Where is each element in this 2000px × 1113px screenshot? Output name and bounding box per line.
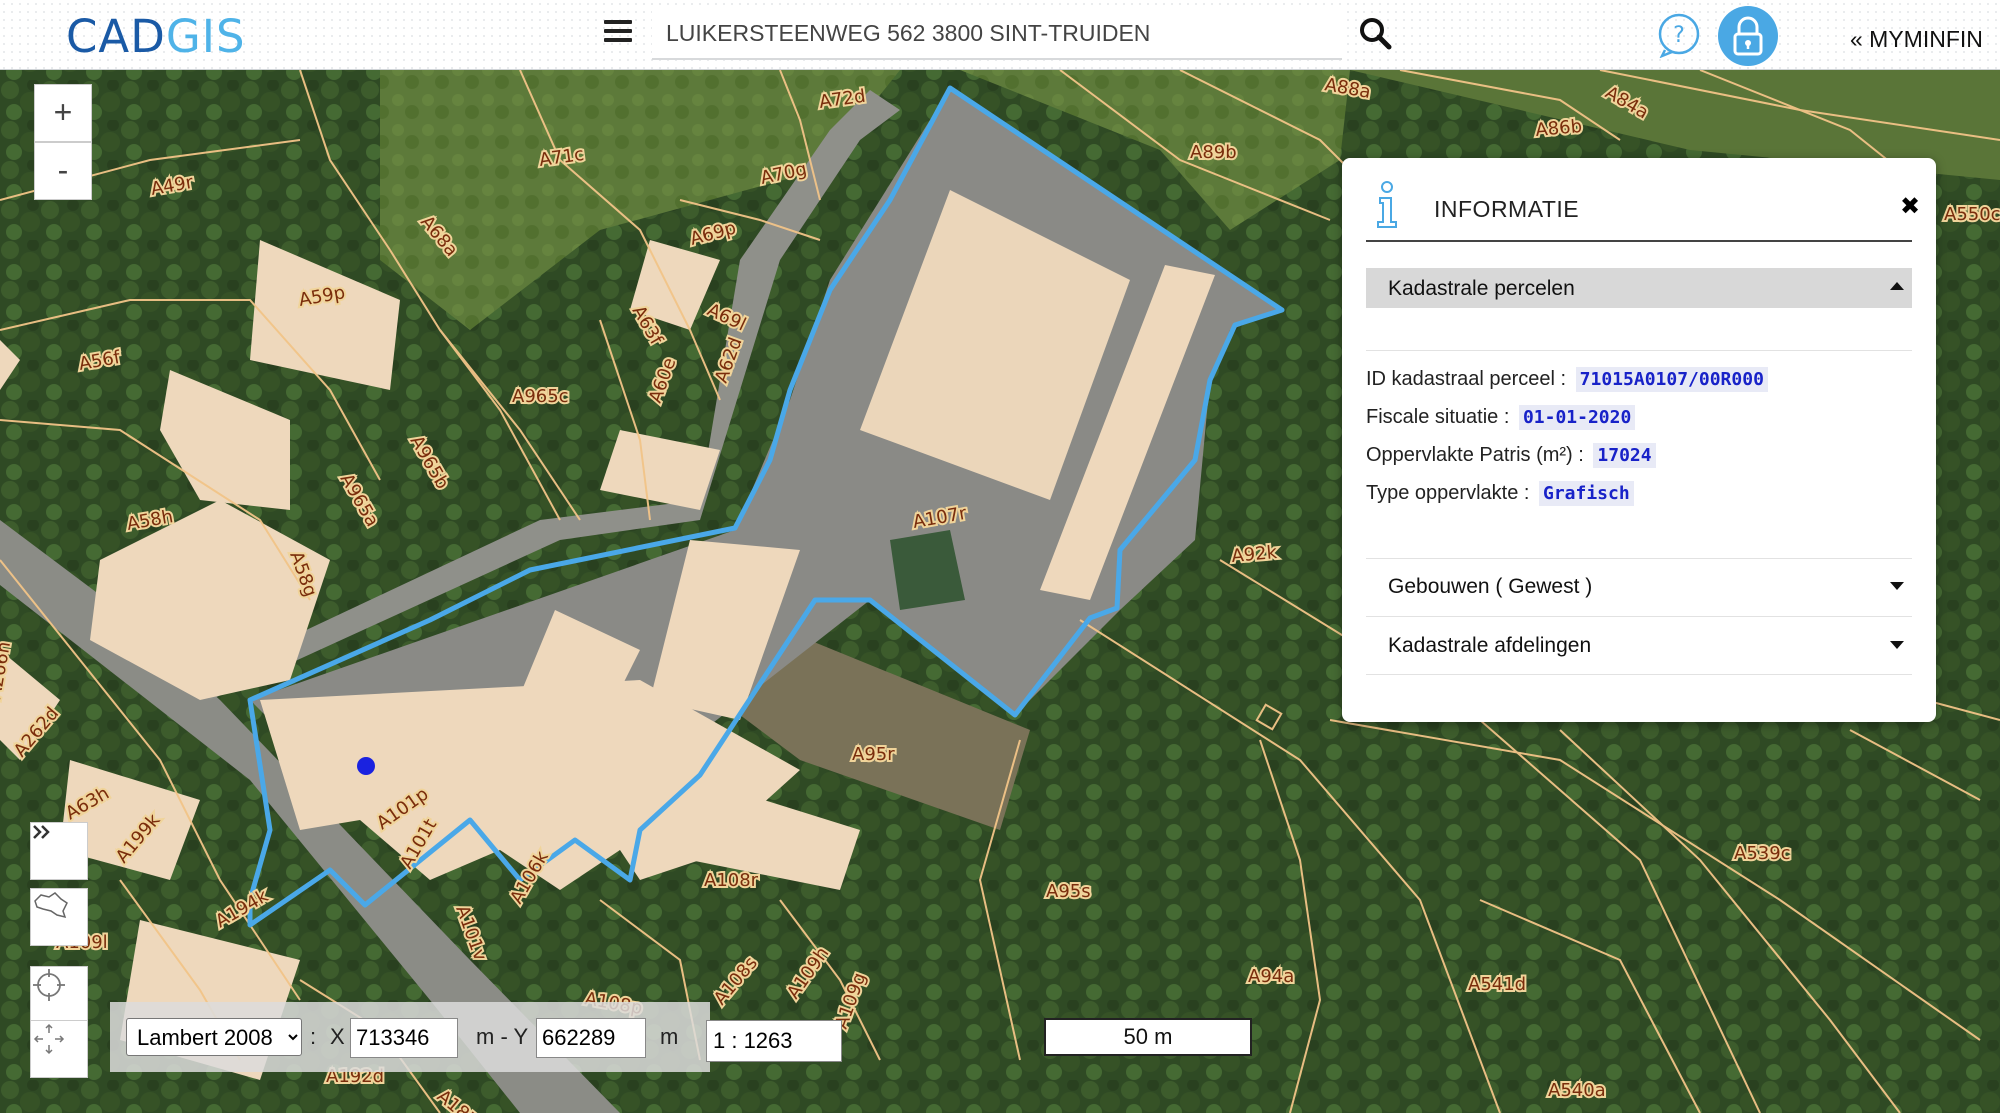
section-kadastrale-afdelingen[interactable]: Kadastrale afdelingen [1366, 625, 1912, 665]
property-value: 01-01-2020 [1518, 405, 1636, 430]
expand-panel-button[interactable] [30, 822, 88, 880]
y-coordinate-input[interactable] [536, 1018, 646, 1058]
expand-arrows-icon [33, 1023, 65, 1055]
crs-select[interactable]: Lambert 2008 [126, 1018, 302, 1056]
property-row-oppervlakte: Oppervlakte Patris (m²) : 17024 [1366, 443, 1656, 468]
scale-input[interactable] [706, 1020, 842, 1062]
menu-hamburger-icon[interactable] [604, 20, 632, 44]
parcel-label: A965c [512, 386, 569, 407]
close-icon[interactable]: ✖ [1900, 192, 1920, 221]
parcel-label: A92k [1231, 542, 1279, 567]
coordinate-bar: Lambert 2008 : X m - Y m [110, 1002, 710, 1072]
y-label: m - Y [476, 1024, 529, 1049]
divider [1366, 558, 1912, 559]
caret-down-icon [1890, 582, 1904, 590]
caret-down-icon [1890, 641, 1904, 649]
divider [1366, 350, 1912, 351]
property-label: Oppervlakte Patris (m²) : [1366, 444, 1584, 466]
belgium-outline-icon [34, 892, 68, 919]
section-label: Gebouwen ( Gewest ) [1388, 575, 1593, 598]
property-row-id: ID kadastraal perceel : 71015A0107/00R00… [1366, 367, 1768, 392]
address-search-input[interactable] [652, 8, 1342, 58]
top-bar: CADGIS ? « MYMINFIN [0, 0, 2000, 70]
cadgis-app: CADGIS ? « MYMINFIN [0, 0, 2000, 1113]
parcel-label: A95s [1046, 881, 1091, 902]
info-panel-title: INFORMATIE [1434, 196, 1580, 222]
property-value: 17024 [1593, 443, 1656, 468]
info-panel: INFORMATIE ✖ Kadastrale percelen ID kada… [1342, 158, 1936, 722]
section-gebouwen-gewest[interactable]: Gebouwen ( Gewest ) [1366, 566, 1912, 606]
unit-label: m [660, 1024, 679, 1049]
property-label: ID kadastraal perceel : [1366, 368, 1567, 390]
coord-separator: : [310, 1024, 317, 1049]
myminfin-link[interactable]: « MYMINFIN [1850, 26, 1983, 53]
lock-icon[interactable] [1718, 6, 1778, 66]
divider [1366, 616, 1912, 617]
zoom-in-button[interactable]: + [34, 84, 92, 142]
info-icon [1377, 181, 1397, 228]
info-panel-header: INFORMATIE ✖ [1366, 178, 1920, 242]
svg-text:?: ? [1673, 23, 1685, 48]
cadgis-logo[interactable]: CADGIS [66, 10, 246, 63]
section-kadastrale-percelen[interactable]: Kadastrale percelen [1366, 268, 1912, 308]
property-row-type-oppervlakte: Type oppervlakte : Grafisch [1366, 481, 1634, 506]
section-label: Kadastrale percelen [1388, 277, 1575, 300]
crosshair-icon [33, 969, 65, 1001]
location-marker [357, 757, 375, 775]
caret-up-icon [1890, 282, 1904, 290]
x-coordinate-input[interactable] [350, 1018, 458, 1058]
property-value: Grafisch [1539, 481, 1634, 506]
double-chevron-right-icon [33, 825, 50, 839]
scale-bar: 50 m [1044, 1018, 1252, 1056]
divider [1366, 674, 1912, 675]
section-label: Kadastrale afdelingen [1388, 634, 1592, 657]
parcel-label: A94a [1248, 966, 1294, 987]
parcel-label: A550c [1944, 204, 2000, 225]
belgium-map-button[interactable] [30, 888, 88, 946]
zoom-out-button[interactable]: - [34, 142, 92, 200]
full-extent-button[interactable] [30, 1020, 88, 1078]
property-value: 71015A0107/00R000 [1575, 367, 1768, 392]
parcel-label: A540a [1548, 1080, 1606, 1101]
logo-gis: GIS [165, 10, 246, 63]
parcel-label: A89b [1190, 142, 1237, 163]
parcel-label: A108r [704, 870, 759, 891]
property-row-fiscale-situatie: Fiscale situatie : 01-01-2020 [1366, 405, 1636, 430]
property-label: Type oppervlakte : [1366, 482, 1530, 504]
x-label: X [330, 1024, 345, 1049]
help-icon[interactable]: ? [1656, 12, 1702, 58]
parcel-label: A95r [852, 744, 895, 765]
search-icon[interactable] [1358, 16, 1392, 50]
property-label: Fiscale situatie : [1366, 406, 1510, 428]
parcel-label: A86b [1535, 116, 1583, 141]
parcel-label: A539c [1734, 843, 1791, 864]
parcel-label: A541d [1468, 974, 1526, 995]
search-box [652, 8, 1342, 60]
geolocate-button[interactable] [30, 966, 88, 1024]
logo-cad: CAD [66, 10, 166, 63]
